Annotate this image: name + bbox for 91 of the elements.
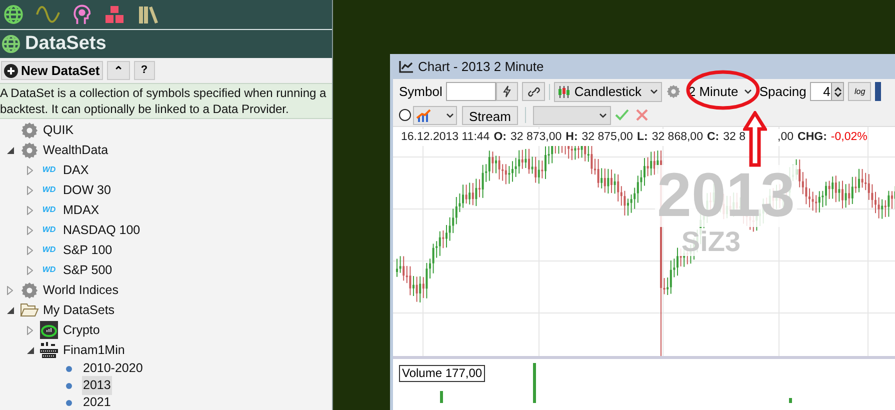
wd-logo: WD xyxy=(42,206,56,214)
tree-item[interactable]: NASDAQ 100 xyxy=(62,220,142,240)
window-title: Chart - 2013 2 Minute xyxy=(418,58,544,76)
tree-item[interactable]: 2013 xyxy=(82,376,112,395)
change-value: -0,02% xyxy=(830,130,868,145)
gear-icon[interactable] xyxy=(666,84,682,99)
toolbar-button[interactable] xyxy=(875,82,882,101)
check-icon[interactable] xyxy=(612,107,631,123)
collapsed-arrow-icon[interactable] xyxy=(7,286,13,294)
plus-icon xyxy=(4,64,18,78)
symbol-input[interactable] xyxy=(446,82,496,101)
chevron-icon xyxy=(650,89,658,94)
collapsed-arrow-icon[interactable] xyxy=(27,326,33,334)
bullet-icon xyxy=(66,400,72,406)
chevron-icon xyxy=(598,112,607,118)
expanded-arrow-icon[interactable] xyxy=(6,146,14,154)
collapsed-arrow-icon[interactable] xyxy=(27,266,33,274)
candlestick-icon xyxy=(558,84,570,98)
tree-item[interactable]: S&P 500 xyxy=(62,260,114,280)
globe-icon[interactable] xyxy=(3,4,24,25)
collapsed-arrow-icon[interactable] xyxy=(27,206,33,214)
wd-logo: WD xyxy=(42,246,56,254)
tree-item[interactable]: DOW 30 xyxy=(62,180,112,200)
tree-item[interactable]: World Indices xyxy=(42,280,120,300)
expanded-arrow-icon[interactable] xyxy=(6,306,14,314)
collapsed-arrow-icon[interactable] xyxy=(27,186,33,194)
chevron-icon xyxy=(744,89,752,94)
tree-item[interactable]: S&P 100 xyxy=(62,240,114,260)
chart-type-dropdown[interactable]: Candlestick xyxy=(554,82,662,102)
collapsed-arrow-icon[interactable] xyxy=(27,166,33,174)
volume-label: Volume 177,00 xyxy=(399,365,486,382)
description-text: A DataSet is a collection of symbols specified when running a backtest. It can optionally be linked to a Data Provider. xyxy=(0,83,332,119)
high-value: 32 875,00 xyxy=(582,130,633,145)
stream-button[interactable]: Stream xyxy=(462,106,518,124)
collapsed-arrow-icon[interactable] xyxy=(27,246,33,254)
radio-button[interactable] xyxy=(399,109,411,121)
chevron-icon xyxy=(446,112,454,118)
gear-icon xyxy=(20,122,38,138)
tree-item[interactable]: DAX xyxy=(62,160,90,180)
tree-item[interactable]: 2021 xyxy=(82,393,112,410)
gear-icon xyxy=(20,142,38,158)
bullet-icon xyxy=(66,366,72,372)
open-value: 32 873,00 xyxy=(510,130,562,145)
gear-icon xyxy=(20,282,38,298)
wd-logo: WD xyxy=(42,186,56,194)
close-value: ,00 xyxy=(778,130,794,145)
wave-icon[interactable] xyxy=(36,4,60,25)
high-label: H: xyxy=(566,130,578,145)
cubes-icon[interactable] xyxy=(104,4,126,25)
help-button[interactable]: ? xyxy=(134,61,155,80)
link-button[interactable] xyxy=(522,82,546,101)
crypto-logo-icon xyxy=(40,321,58,339)
tree-item[interactable]: QUIK xyxy=(42,120,75,140)
tree-item[interactable]: WealthData xyxy=(42,140,110,160)
tree-item[interactable]: My DataSets xyxy=(42,300,116,320)
low-value: 32 868,00 xyxy=(652,130,703,145)
spacing-spinner[interactable]: 4 xyxy=(810,82,844,101)
bullet-icon xyxy=(66,382,72,388)
lightning-icon xyxy=(502,85,512,98)
tree-item[interactable]: 2010-2020 xyxy=(82,359,144,378)
expanded-arrow-icon[interactable] xyxy=(26,346,34,354)
strategy-dropdown[interactable] xyxy=(532,106,611,124)
wd-logo: WD xyxy=(42,226,56,234)
books-icon[interactable] xyxy=(138,4,160,25)
lightning-button[interactable] xyxy=(496,82,518,101)
trend-chart-icon xyxy=(416,108,432,122)
symbol-label: Symbol xyxy=(399,82,442,101)
tree-item[interactable]: Finam1Min xyxy=(62,340,126,360)
change-label: CHG: xyxy=(798,130,827,145)
folder-icon xyxy=(20,303,38,317)
wd-logo: WD xyxy=(42,266,56,274)
link-icon xyxy=(528,86,540,96)
pixel-logo-icon xyxy=(40,341,58,359)
open-label: O: xyxy=(494,130,506,145)
info-date: 16.12.2013 11:44 xyxy=(401,130,490,145)
tree-item[interactable]: Crypto xyxy=(62,320,101,340)
close-label: C: xyxy=(706,130,720,145)
new-dataset-button[interactable]: New DataSet xyxy=(1,61,103,80)
head-icon[interactable] xyxy=(72,4,92,25)
panel-title: DataSets xyxy=(25,32,106,56)
spacing-label: Spacing xyxy=(759,82,806,101)
low-label: L: xyxy=(636,130,648,145)
log-button[interactable]: log xyxy=(848,82,872,101)
chart-line-icon xyxy=(399,60,414,73)
collapsed-arrow-icon[interactable] xyxy=(27,226,33,234)
wd-logo: WD xyxy=(42,166,56,174)
indicator-dropdown[interactable] xyxy=(413,106,457,124)
collapse-button[interactable]: ⌃ xyxy=(106,61,130,80)
globe-icon xyxy=(1,34,21,54)
tree-item[interactable]: MDAX xyxy=(62,200,100,220)
close-value: 32 8 xyxy=(723,130,746,145)
